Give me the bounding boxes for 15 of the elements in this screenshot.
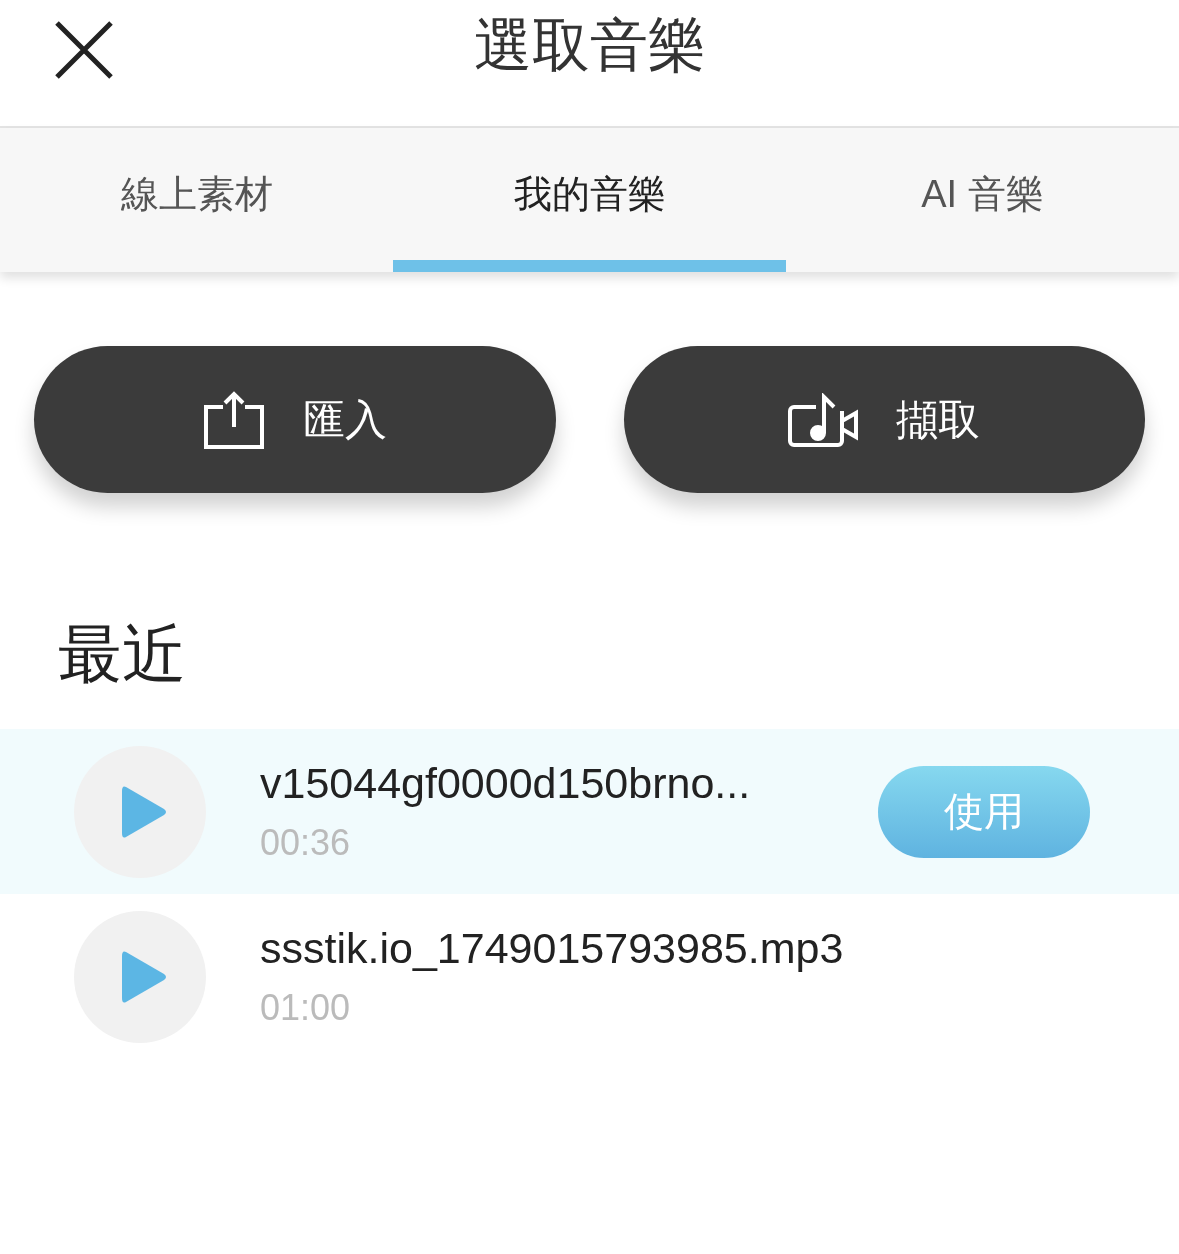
tab[interactable]: AI 音樂 xyxy=(786,128,1179,272)
close-icon xyxy=(54,20,114,80)
capture-button[interactable]: 擷取 xyxy=(623,346,1145,493)
section-heading: 最近 xyxy=(58,618,186,690)
video-music-icon xyxy=(788,392,859,447)
track-name: v15044gf0000d150brno... xyxy=(260,759,752,808)
tab[interactable]: 我的音樂 xyxy=(393,128,786,272)
track-duration: 01:00 xyxy=(260,987,351,1028)
track-name: ssstik.io_1749015793985.mp3 xyxy=(260,924,845,973)
page-title: 選取音樂 xyxy=(473,11,706,79)
track-duration: 00:36 xyxy=(260,822,351,863)
tab[interactable]: 線上素材 xyxy=(0,128,393,272)
import-button[interactable]: 匯入 xyxy=(34,346,556,493)
share-icon xyxy=(202,390,265,449)
track-row[interactable]: v15044gf0000d150brno... 00:36 使用 xyxy=(0,729,1179,894)
